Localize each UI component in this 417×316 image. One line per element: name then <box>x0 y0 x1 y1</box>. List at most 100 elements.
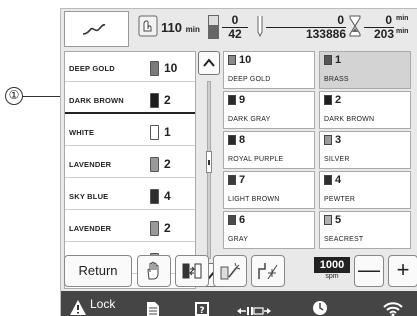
needle-bar-cell[interactable]: 5 SEACREST <box>319 211 411 249</box>
needle-number: 6 <box>239 214 246 226</box>
sewing-time: 110 min <box>161 20 200 35</box>
thread-name: LAVENDER <box>69 224 112 233</box>
color-swatch-icon <box>324 215 332 225</box>
speed-display: 1000 spm <box>314 256 350 286</box>
color-swatch-icon <box>228 135 236 145</box>
auto-color-button[interactable] <box>213 255 247 287</box>
color-progress-current: 0 <box>222 14 248 28</box>
spool-icon <box>150 61 159 76</box>
spool-icon <box>150 221 159 236</box>
needle-number: 2 <box>335 94 342 106</box>
needle-color-name: DEEP GOLD <box>228 76 271 83</box>
needle-color-name: BRASS <box>324 76 349 83</box>
thread-swap-icon <box>182 263 202 279</box>
frame-move-icon[interactable] <box>236 298 272 316</box>
thread-name: LAVENDER <box>69 160 112 169</box>
help-icon[interactable]: ? <box>194 296 210 316</box>
needle-bar-cell[interactable]: 3 SILVER <box>319 131 411 169</box>
needle-bar-cell[interactable]: 7 LIGHT BROWN <box>223 171 315 209</box>
needle-icon <box>257 16 263 37</box>
thread-count: 2 <box>164 93 171 107</box>
thread-tension-button[interactable] <box>251 255 285 287</box>
needle-bar-cell[interactable]: 1 BRASS <box>319 51 411 89</box>
needle-color-name: DARK GRAY <box>228 116 271 123</box>
speed-increase-button[interactable]: + <box>388 255 417 287</box>
hand-icon <box>147 261 159 280</box>
lock-label[interactable]: Lock <box>90 297 115 311</box>
needle-color-name: ROYAL PURPLE <box>228 156 284 163</box>
speed-value: 1000 <box>314 257 350 273</box>
color-swatch-icon <box>324 55 332 65</box>
thread-count: 2 <box>164 157 171 171</box>
needle-bar-cell[interactable]: 9 DARK GRAY <box>223 91 315 129</box>
thread-list-item[interactable]: WHITE 1 <box>65 120 195 146</box>
color-swatch-icon <box>228 175 236 185</box>
needle-bar-cell[interactable]: 2 DARK BROWN <box>319 91 411 129</box>
spool-icon <box>150 157 159 172</box>
thread-count: 2 <box>164 221 171 235</box>
magic-wand-icon <box>220 262 241 280</box>
color-swatch-icon <box>324 95 332 105</box>
spool-icon <box>150 125 159 140</box>
spool-icon <box>150 189 159 204</box>
color-swatch-icon <box>228 215 236 225</box>
sewing-time-icon <box>138 15 158 37</box>
thread-name: DARK BROWN <box>69 96 124 105</box>
thread-list-item[interactable]: SKY BLUE 4 <box>65 184 195 210</box>
wifi-icon[interactable] <box>383 296 403 316</box>
needle-number: 7 <box>239 174 246 186</box>
sewing-time-value: 110 <box>161 20 182 35</box>
thread-list-item[interactable]: DARK BROWN 2 <box>65 88 195 114</box>
stitch-count-current: 0 <box>266 14 346 28</box>
thread-color-list: DEEP GOLD 10 DARK BROWN 2 WHITE 1 LAVENDER 2 SKY… <box>64 51 196 289</box>
stitch-count: 0 133886 <box>266 14 346 41</box>
thread-name: DEEP GOLD <box>69 64 115 73</box>
status-bar: Lock ? <box>61 291 417 316</box>
thread-swap-button[interactable] <box>175 255 209 287</box>
color-progress-total: 42 <box>228 27 242 41</box>
chevron-up-icon <box>203 58 215 67</box>
color-swatch-icon <box>324 135 332 145</box>
scroll-up-button[interactable] <box>198 51 220 75</box>
thread-list-item[interactable]: DEEP GOLD 10 <box>65 56 195 82</box>
needle-bar-cell[interactable]: 6 GRAY <box>223 211 315 249</box>
remaining-time: 0 203 <box>364 14 394 41</box>
needle-bar-cell[interactable]: 4 PEWTER <box>319 171 411 209</box>
document-icon[interactable] <box>146 296 160 316</box>
color-swatch-icon <box>324 175 332 185</box>
hourglass-icon <box>349 15 361 37</box>
thread-name: SKY BLUE <box>69 192 109 201</box>
needle-number: 3 <box>335 134 342 146</box>
needle-bar-cell[interactable]: 8 ROYAL PURPLE <box>223 131 315 169</box>
warning-icon[interactable] <box>69 295 87 316</box>
remaining-unit-top: min <box>396 15 409 22</box>
return-button[interactable]: Return <box>64 255 132 287</box>
tension-icon <box>258 263 278 280</box>
needle-number: 4 <box>335 174 342 186</box>
needle-number: 8 <box>239 134 246 146</box>
pattern-preview[interactable] <box>64 11 129 47</box>
needle-number: 10 <box>239 54 252 66</box>
needle-number: 1 <box>335 54 342 66</box>
thread-name: WHITE <box>69 128 95 137</box>
scroll-thumb[interactable] <box>206 151 212 173</box>
thread-list-item[interactable]: LAVENDER 2 <box>65 216 195 242</box>
speed-unit: spm <box>325 273 339 280</box>
clock-icon[interactable] <box>311 295 329 316</box>
sewing-time-unit: min <box>185 25 200 34</box>
speed-decrease-button[interactable]: — <box>354 255 384 287</box>
pattern-glyph-icon <box>82 24 106 35</box>
thread-count: 4 <box>164 189 171 203</box>
thread-count: 10 <box>164 61 178 75</box>
color-progress: 0 42 <box>222 14 248 41</box>
callout-leader-line <box>23 96 63 97</box>
needle-number: 9 <box>239 94 246 106</box>
color-progress-icon <box>208 15 219 39</box>
needle-color-name: SEACREST <box>324 236 364 243</box>
needle-bar-cell[interactable]: 10 DEEP GOLD <box>223 51 315 89</box>
spool-icon <box>150 93 159 108</box>
embroidery-screen: 110 min 0 42 0 133886 0 203 min min DEEP… <box>60 8 417 316</box>
thread-list-item[interactable]: LAVENDER 2 <box>65 152 195 178</box>
hand-button[interactable] <box>137 255 171 287</box>
remaining-total: 203 <box>373 27 394 41</box>
